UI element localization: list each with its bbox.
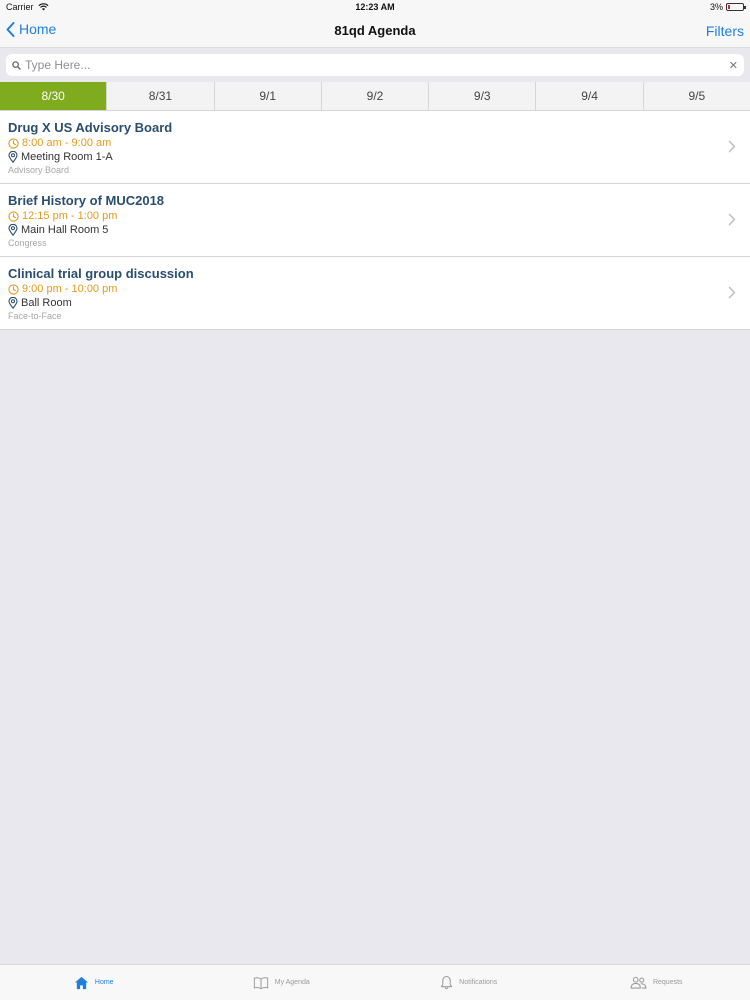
battery-info: 3% [709, 2, 746, 12]
search-bar: ✕ [0, 47, 750, 82]
location-pin-icon [8, 151, 18, 163]
agenda-item-time: 8:00 am - 9:00 am [22, 137, 112, 149]
agenda-item[interactable]: Brief History of MUC2018 12:15 pm - 1:00… [0, 184, 750, 257]
agenda-item-title: Drug X US Advisory Board [8, 120, 173, 135]
tab-bar: Home My Agenda Notifications Requests [0, 964, 750, 1000]
date-tab-8-30[interactable]: 8/30 [0, 82, 108, 110]
agenda-item[interactable]: Drug X US Advisory Board 8:00 am - 9:00 … [0, 111, 750, 184]
filters-button[interactable]: Filters [706, 23, 744, 39]
agenda-item-location-row: Ball Room [8, 296, 742, 310]
chevron-right-icon [728, 213, 736, 226]
bell-icon [441, 975, 453, 990]
agenda-item-title: Clinical trial group discussion [8, 266, 194, 281]
tab-requests-label: Requests [652, 979, 683, 986]
date-tab-9-2[interactable]: 9/2 [322, 82, 430, 110]
agenda-item-time-row: 8:00 am - 9:00 am [8, 136, 742, 150]
agenda-item-location: Main Hall Room 5 [21, 224, 109, 236]
location-pin-icon [8, 297, 18, 309]
tab-home-label: Home [94, 979, 114, 986]
agenda-item-time-row: 9:00 pm - 10:00 pm [8, 282, 742, 296]
agenda-item-location: Meeting Room 1-A [21, 151, 113, 163]
tab-my-agenda[interactable]: My Agenda [188, 965, 376, 1000]
date-tab-8-31[interactable]: 8/31 [107, 82, 215, 110]
people-icon [630, 976, 647, 989]
date-tab-9-4[interactable]: 9/4 [536, 82, 644, 110]
agenda-item-time: 9:00 pm - 10:00 pm [22, 283, 118, 295]
agenda-item-time: 12:15 pm - 1:00 pm [22, 210, 118, 222]
tab-notifications[interactable]: Notifications [375, 965, 563, 1000]
page-title: 81qd Agenda [334, 23, 416, 38]
location-pin-icon [8, 224, 18, 236]
chevron-right-icon [728, 286, 736, 299]
book-icon [253, 976, 268, 989]
date-tabs: 8/30 8/31 9/1 9/2 9/3 9/4 9/5 [0, 82, 750, 111]
status-time: 12:23 AM [355, 2, 395, 12]
chevron-right-icon [728, 140, 736, 153]
agenda-item-type: Face-to-Face [8, 311, 62, 321]
agenda-item-time-row: 12:15 pm - 1:00 pm [8, 209, 742, 223]
tab-home[interactable]: Home [0, 965, 188, 1000]
battery-percent: 3% [709, 2, 723, 12]
clock-icon [8, 137, 19, 149]
navigation-bar: Home 81qd Agenda Filters [0, 15, 750, 47]
tab-notifications-label: Notifications [459, 979, 498, 986]
battery-icon [726, 3, 746, 11]
search-icon [12, 60, 21, 70]
agenda-list: Drug X US Advisory Board 8:00 am - 9:00 … [0, 111, 750, 330]
home-icon [74, 976, 88, 989]
search-input[interactable] [25, 58, 729, 72]
tab-my-agenda-label: My Agenda [274, 979, 310, 986]
tab-requests[interactable]: Requests [563, 965, 750, 1000]
status-bar: Carrier 12:23 AM 3% [0, 0, 750, 15]
agenda-item-type: Advisory Board [8, 165, 70, 175]
agenda-item[interactable]: Clinical trial group discussion 9:00 pm … [0, 257, 750, 330]
clock-icon [8, 283, 19, 295]
clock-icon [8, 210, 19, 222]
agenda-item-location-row: Main Hall Room 5 [8, 223, 742, 237]
agenda-item-type: Congress [8, 238, 47, 248]
date-tab-9-3[interactable]: 9/3 [429, 82, 537, 110]
date-tab-9-1[interactable]: 9/1 [215, 82, 322, 110]
agenda-item-title: Brief History of MUC2018 [8, 193, 165, 208]
date-tab-9-5[interactable]: 9/5 [644, 82, 750, 110]
agenda-item-location-row: Meeting Room 1-A [8, 150, 742, 164]
search-box: ✕ [6, 54, 744, 76]
clear-search-icon[interactable]: ✕ [729, 59, 738, 72]
agenda-item-location: Ball Room [21, 297, 72, 309]
